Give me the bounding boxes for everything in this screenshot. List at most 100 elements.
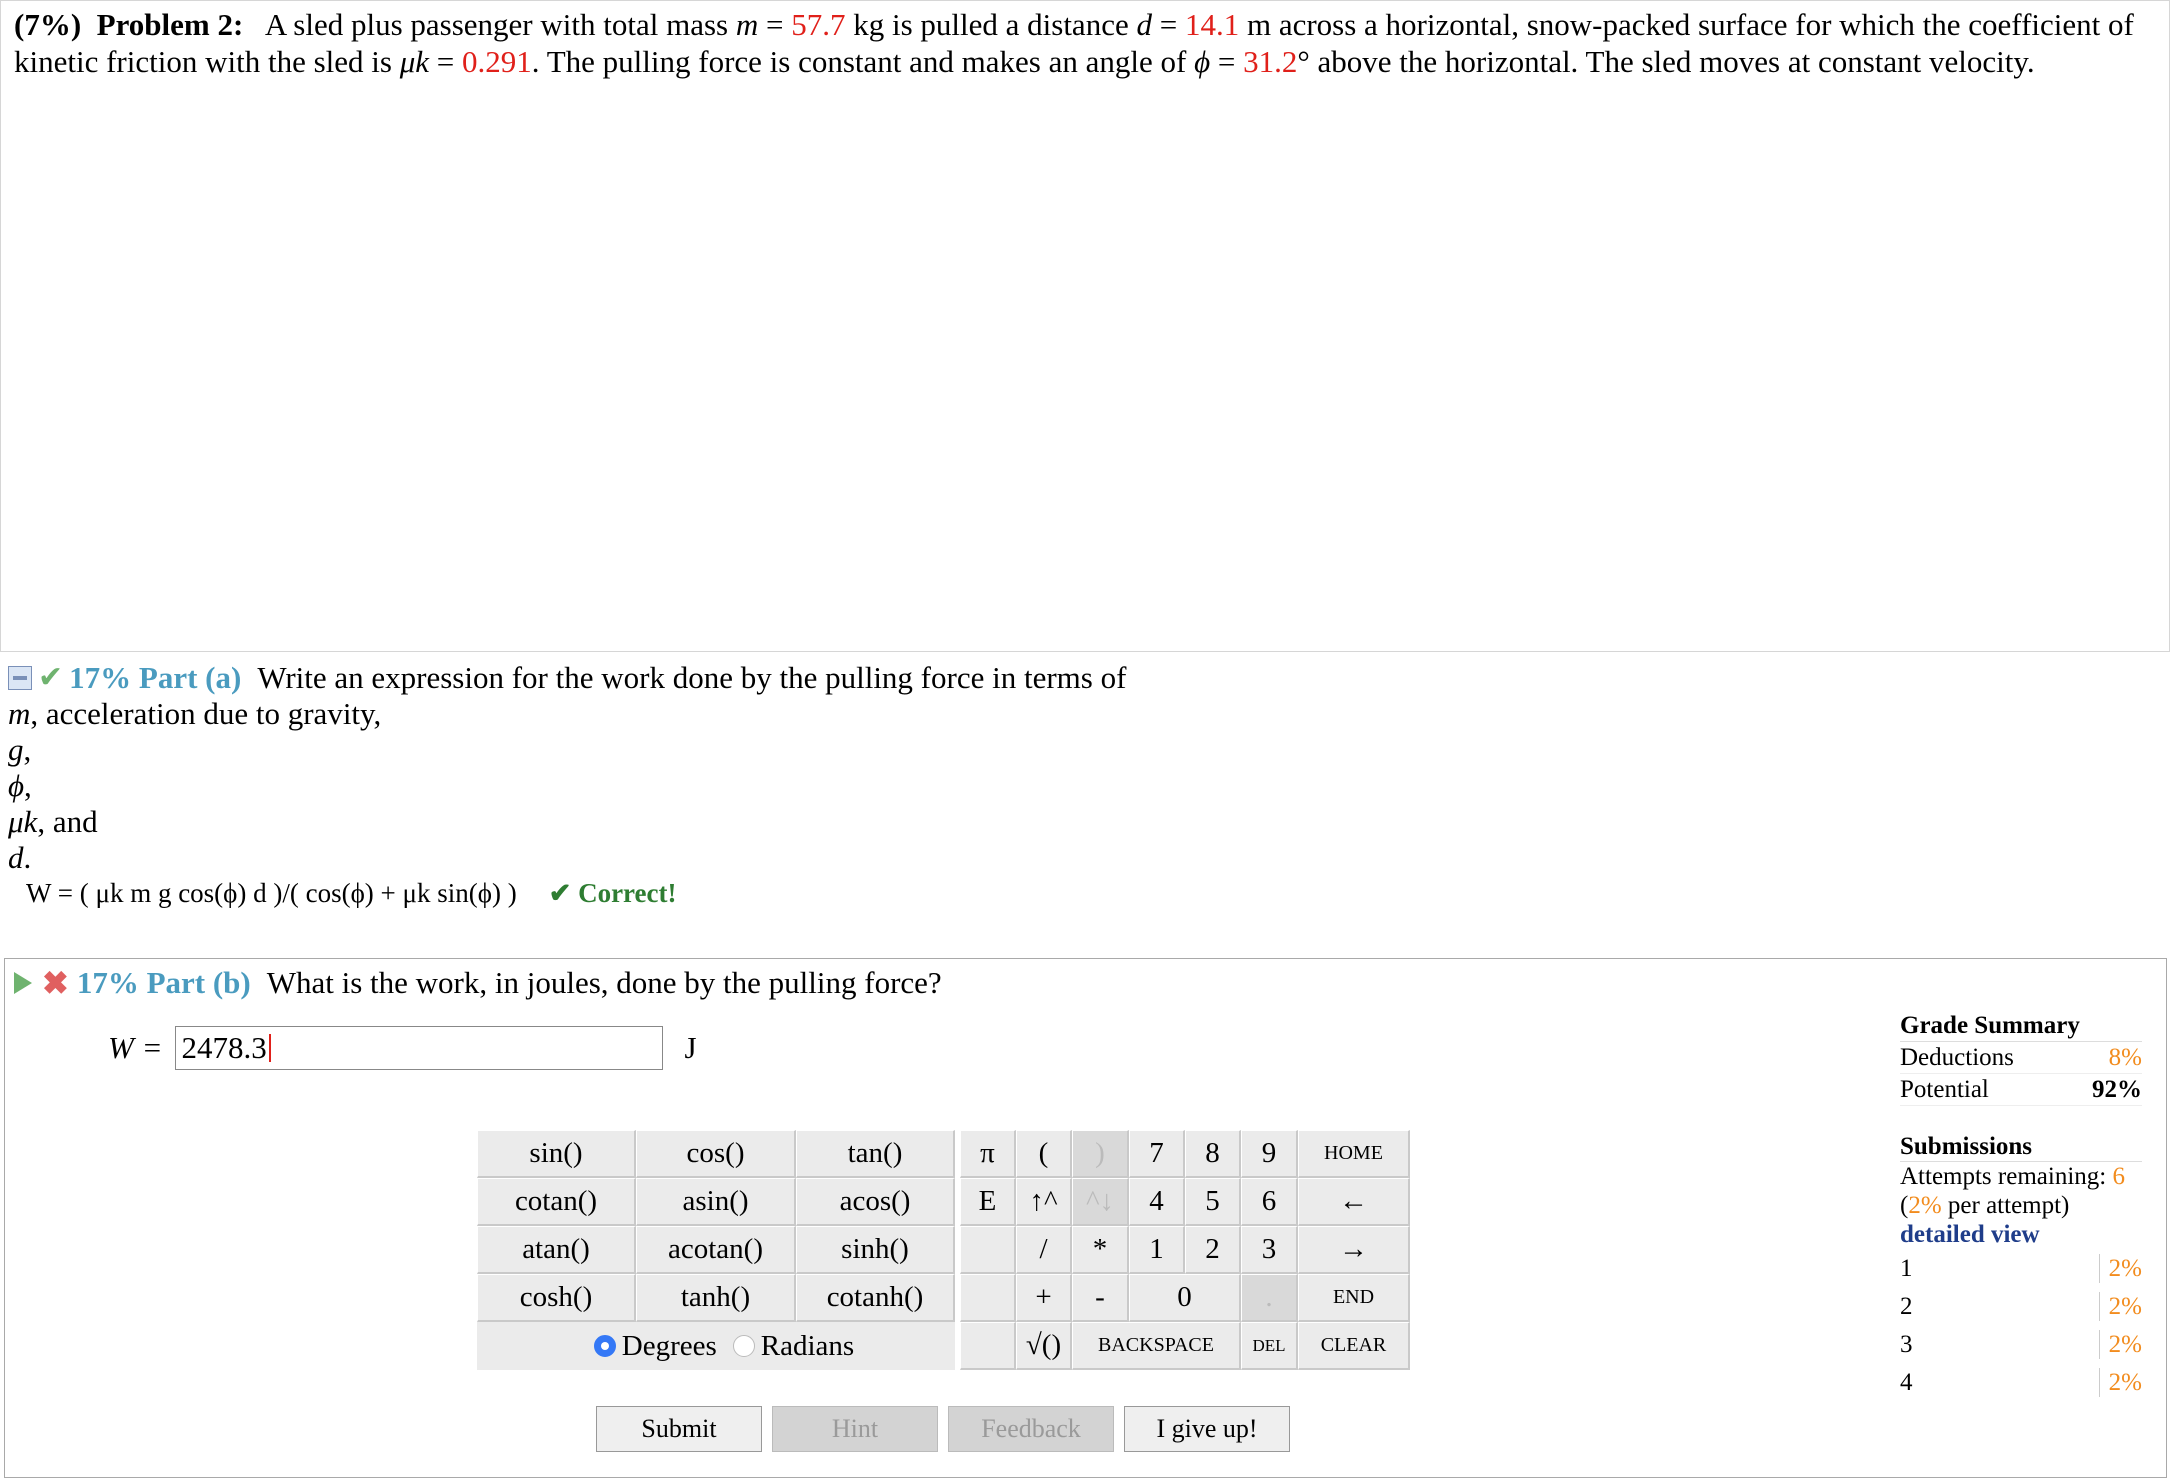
play-icon[interactable] [14, 972, 32, 994]
equals: = [1210, 44, 1244, 79]
key-3[interactable]: 3 [1241, 1226, 1298, 1274]
attempt-deduction: 2% [2099, 1253, 2142, 1283]
key-open-paren[interactable]: ( [1016, 1130, 1072, 1178]
key-cos[interactable]: cos() [636, 1130, 796, 1178]
answer-input-value: 2478.3 [181, 1030, 267, 1065]
key-close-paren[interactable]: ) [1072, 1130, 1129, 1178]
mu-symbol: μk [399, 44, 430, 79]
key-clear[interactable]: CLEAR [1298, 1322, 1410, 1370]
key-superscript[interactable]: ↑^ [1016, 1178, 1072, 1226]
key-acos[interactable]: acos() [796, 1178, 955, 1226]
correct-label: ✔ Correct! [548, 878, 677, 908]
key-left-arrow[interactable]: ← [1298, 1178, 1410, 1226]
deductions-value: 8% [2108, 1044, 2142, 1071]
key-4[interactable]: 4 [1129, 1178, 1185, 1226]
potential-label: Potential [1900, 1076, 1989, 1103]
key-5[interactable]: 5 [1185, 1178, 1241, 1226]
per-attempt-text: per attempt) [1941, 1192, 2070, 1219]
equals: = [1151, 7, 1185, 42]
key-decimal[interactable]: . [1241, 1274, 1298, 1322]
var-m: m [8, 696, 31, 731]
problem-statement: (7%) Problem 2: A sled plus passenger wi… [14, 6, 2134, 80]
key-atan[interactable]: atan() [477, 1226, 636, 1274]
key-sqrt[interactable]: √() [1016, 1322, 1072, 1370]
key-plus[interactable]: + [1016, 1274, 1072, 1322]
part-a-prompt: Write an expression for the work done by… [257, 660, 1127, 695]
key-end[interactable]: END [1298, 1274, 1410, 1322]
phi-symbol: ϕ [1194, 44, 1211, 79]
key-multiply[interactable]: * [1072, 1226, 1129, 1274]
key-subscript[interactable]: ^↓ [1072, 1178, 1129, 1226]
key-cotan[interactable]: cotan() [477, 1178, 636, 1226]
attempt-number: 3 [1900, 1330, 1913, 1358]
key-right-arrow[interactable]: → [1298, 1226, 1410, 1274]
attempts-label: Attempts remaining: [1900, 1163, 2113, 1190]
key-divide[interactable]: / [1016, 1226, 1072, 1274]
problem-label: Problem 2: [96, 7, 244, 42]
part-b-title[interactable]: 17% Part (b) [77, 964, 251, 1002]
part-b-header: ✖ 17% Part (b) What is the work, in joul… [14, 964, 942, 1002]
attempts-value: 6 [2112, 1163, 2125, 1190]
var-mu-text: , and [37, 804, 98, 839]
submissions-panel: Submissions Attempts remaining: 6 (2% pe… [1900, 1132, 2142, 1401]
radians-radio[interactable] [732, 1335, 755, 1357]
key-2[interactable]: 2 [1185, 1226, 1241, 1274]
attempt-deduction: 2% [2099, 1291, 2142, 1321]
grade-summary: Grade Summary Deductions 8% Potential 92… [1900, 1010, 2142, 1106]
key-sinh[interactable]: sinh() [796, 1226, 955, 1274]
detailed-view-link[interactable]: detailed view [1900, 1220, 2142, 1249]
key-tanh[interactable]: tanh() [636, 1274, 796, 1322]
function-keys: sin() cos() tan() cotan() asin() acos() … [477, 1130, 955, 1322]
key-6[interactable]: 6 [1241, 1178, 1298, 1226]
give-up-button[interactable]: I give up! [1124, 1406, 1290, 1452]
key-cosh[interactable]: cosh() [477, 1274, 636, 1322]
problem-text-5: ° above the horizontal. The sled moves a… [1297, 44, 2035, 79]
phi-value: 31.2 [1243, 44, 1298, 79]
key-8[interactable]: 8 [1185, 1130, 1241, 1178]
key-9[interactable]: 9 [1241, 1130, 1298, 1178]
key-7[interactable]: 7 [1129, 1130, 1185, 1178]
answer-row: W = 2478.3 J [108, 1026, 697, 1070]
mass-symbol: m [735, 7, 759, 42]
part-a-expression: W = ( μk m g cos(ϕ) d )/( cos(ϕ) + μk si… [26, 878, 517, 908]
attempt-number: 1 [1900, 1254, 1913, 1282]
answer-variable: W = [108, 1030, 163, 1065]
key-1[interactable]: 1 [1129, 1226, 1185, 1274]
submissions-title: Submissions [1900, 1132, 2142, 1162]
key-minus[interactable]: - [1072, 1274, 1129, 1322]
part-a-section: ✔ 17% Part (a) Write an expression for t… [8, 660, 1408, 876]
attempt-row: 2 2% [1900, 1287, 2142, 1325]
degrees-radio[interactable] [593, 1335, 616, 1357]
key-e[interactable]: E [960, 1178, 1016, 1226]
key-sin[interactable]: sin() [477, 1130, 636, 1178]
collapse-icon[interactable] [8, 666, 32, 690]
problem-text-4: . The pulling force is constant and make… [531, 44, 1195, 79]
key-backspace[interactable]: BACKSPACE [1072, 1322, 1241, 1370]
var-d: d [8, 840, 24, 875]
key-pi[interactable]: π [960, 1130, 1016, 1178]
key-blank [960, 1226, 1016, 1274]
key-del[interactable]: DEL [1241, 1322, 1298, 1370]
mu-value: 0.291 [462, 44, 532, 79]
feedback-button[interactable]: Feedback [948, 1406, 1114, 1452]
part-a-title[interactable]: 17% Part (a) [69, 660, 241, 696]
degrees-label: Degrees [621, 1329, 717, 1362]
var-phi-text: , [24, 768, 32, 803]
unit-label: J [684, 1030, 697, 1065]
key-acotan[interactable]: acotan() [636, 1226, 796, 1274]
per-attempt-value: 2% [1908, 1192, 1942, 1219]
attempt-deduction: 2% [2099, 1329, 2142, 1359]
mass-value: 57.7 [791, 7, 846, 42]
key-cotanh[interactable]: cotanh() [796, 1274, 955, 1322]
key-0[interactable]: 0 [1129, 1274, 1241, 1322]
var-phi: ϕ [8, 768, 25, 803]
submit-button[interactable]: Submit [596, 1406, 762, 1452]
key-asin[interactable]: asin() [636, 1178, 796, 1226]
key-tan[interactable]: tan() [796, 1130, 955, 1178]
hint-button[interactable]: Hint [772, 1406, 938, 1452]
grade-summary-title: Grade Summary [1900, 1010, 2142, 1042]
key-home[interactable]: HOME [1298, 1130, 1410, 1178]
number-keys: π ( ) 7 8 9 HOME E ↑^ ^↓ 4 5 6 ← / * 1 2… [960, 1130, 1410, 1370]
answer-input[interactable]: 2478.3 [174, 1026, 663, 1070]
incorrect-icon: ✖ [42, 965, 69, 1001]
